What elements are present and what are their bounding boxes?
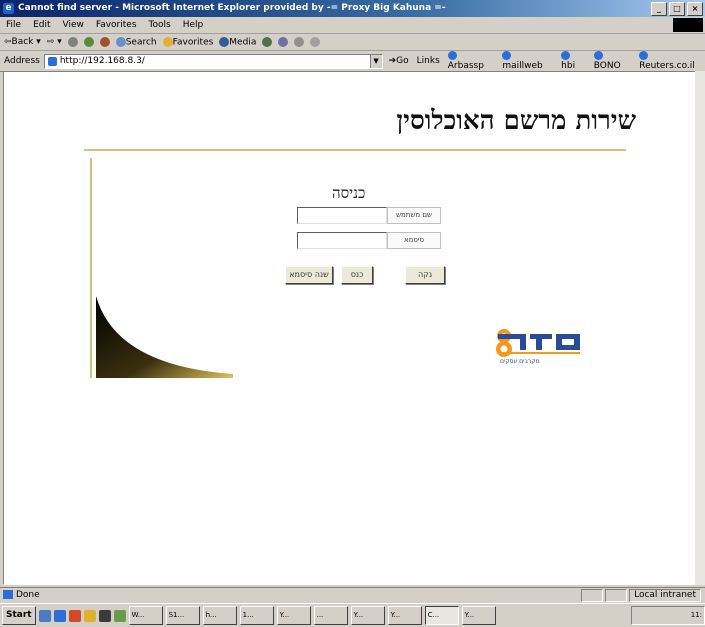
taskbar-item[interactable]: C... — [424, 606, 459, 625]
stop-icon[interactable] — [67, 37, 78, 47]
star-icon — [162, 36, 173, 47]
status-bar: Done Local intranet — [0, 587, 705, 602]
window-controls: _ □ × — [651, 2, 703, 16]
login-heading: כניסה — [332, 184, 366, 202]
taskbar-item[interactable]: W... — [128, 606, 163, 625]
password-input[interactable] — [297, 232, 387, 249]
desktop-icon[interactable] — [38, 609, 51, 622]
link-item[interactable]: Arbassp — [448, 51, 495, 71]
logo-text — [496, 330, 582, 359]
divider-line — [84, 149, 626, 151]
vertical-scrollbar[interactable] — [695, 71, 705, 585]
security-zone: Local intranet — [629, 589, 701, 602]
menu-edit[interactable]: Edit — [27, 20, 56, 30]
app-icon[interactable] — [98, 609, 111, 622]
taskbar-item[interactable]: Y... — [350, 606, 385, 625]
menu-bar: File Edit View Favorites Tools Help — [0, 17, 705, 34]
address-label: Address — [4, 56, 40, 66]
page-viewport: שירות מרשם האוכלוסין כניסה שם משתמש סיסמ… — [3, 71, 697, 585]
search-button[interactable]: Search — [115, 36, 157, 47]
change-password-button[interactable]: שנה סיסמא — [285, 266, 333, 284]
title-bar: e Cannot find server - Microsoft Interne… — [0, 0, 705, 17]
minimize-button[interactable]: _ — [651, 2, 667, 16]
system-tray: 11: — [631, 606, 705, 625]
username-label: שם משתמש — [387, 207, 441, 224]
status-cell — [605, 589, 628, 602]
media-icon — [219, 36, 230, 47]
links-label: Links — [416, 56, 440, 66]
favorites-button[interactable]: Favorites — [162, 36, 213, 47]
history-icon[interactable] — [262, 37, 273, 47]
back-button[interactable]: ⇦Back ▾ — [4, 37, 41, 47]
search-icon — [115, 36, 126, 47]
media-button[interactable]: Media — [219, 36, 256, 47]
refresh-icon[interactable] — [83, 37, 94, 47]
taskbar-item[interactable]: Y... — [276, 606, 311, 625]
password-label: סיסמא — [387, 232, 441, 249]
app-icon[interactable] — [113, 609, 126, 622]
window-title: Cannot find server - Microsoft Internet … — [18, 3, 446, 13]
decorative-triangle — [96, 296, 233, 378]
taskbar-item[interactable]: S1... — [165, 606, 200, 625]
menu-view[interactable]: View — [57, 20, 90, 30]
chevron-down-icon[interactable]: ▼ — [369, 54, 382, 68]
toolbar: ⇦Back ▾ ⇨ ▾ Search Favorites Media — [0, 34, 705, 51]
taskbar-item[interactable]: Y... — [461, 606, 496, 625]
address-value: http://192.168.8.3/ — [59, 56, 145, 66]
clear-button[interactable]: נקה — [405, 266, 445, 284]
menu-favorites[interactable]: Favorites — [90, 20, 143, 30]
vertical-divider — [90, 158, 92, 378]
close-button[interactable]: × — [687, 2, 703, 16]
address-input[interactable]: http://192.168.8.3/ ▼ — [43, 53, 383, 69]
taskbar-item[interactable]: 1... — [239, 606, 274, 625]
page-icon — [47, 56, 57, 66]
ie-icon: e — [3, 3, 14, 14]
mail-icon[interactable] — [278, 37, 289, 47]
status-cell — [581, 589, 604, 602]
home-icon[interactable] — [99, 37, 110, 47]
ie-quicklaunch-icon[interactable] — [53, 609, 66, 622]
status-panels: Local intranet — [581, 589, 701, 602]
address-bar: Address http://192.168.8.3/ ▼ ➔Go Links … — [0, 51, 705, 72]
link-item[interactable]: BONO — [594, 51, 631, 71]
links-bar: Links Arbassp maillweb hbi BONO Reuters.… — [417, 51, 705, 71]
logo-subtitle: מקרבים עסקים — [500, 358, 540, 365]
go-button[interactable]: ➔Go — [389, 56, 409, 66]
menu-help[interactable]: Help — [177, 20, 210, 30]
start-button[interactable]: Start — [2, 606, 36, 625]
login-button[interactable]: כנס — [341, 266, 373, 284]
edit-icon[interactable] — [310, 37, 321, 47]
taskbar-item[interactable]: ... — [313, 606, 348, 625]
menu-file[interactable]: File — [0, 20, 27, 30]
taskbar: Start W... S1... h... 1... Y... ... Y...… — [0, 603, 705, 627]
taskbar-item[interactable]: Y... — [387, 606, 422, 625]
username-input[interactable] — [297, 207, 387, 224]
clock: 11: — [690, 611, 702, 619]
bezeq-wordmark-icon — [498, 334, 580, 354]
link-item[interactable]: Reuters.co.il — [639, 51, 705, 71]
forward-button[interactable]: ⇨ ▾ — [47, 37, 62, 47]
page-title: שירות מרשם האוכלוסין — [396, 106, 636, 136]
link-item[interactable]: hbi — [561, 51, 586, 71]
maximize-button[interactable]: □ — [669, 2, 685, 16]
status-text: Done — [16, 590, 40, 600]
link-item[interactable]: maillweb — [502, 51, 553, 71]
taskbar-item[interactable]: h... — [202, 606, 237, 625]
folder-icon[interactable] — [83, 609, 96, 622]
menu-tools[interactable]: Tools — [143, 20, 177, 30]
windows-logo-icon — [673, 18, 703, 32]
print-icon[interactable] — [294, 37, 305, 47]
app-icon[interactable] — [68, 609, 81, 622]
